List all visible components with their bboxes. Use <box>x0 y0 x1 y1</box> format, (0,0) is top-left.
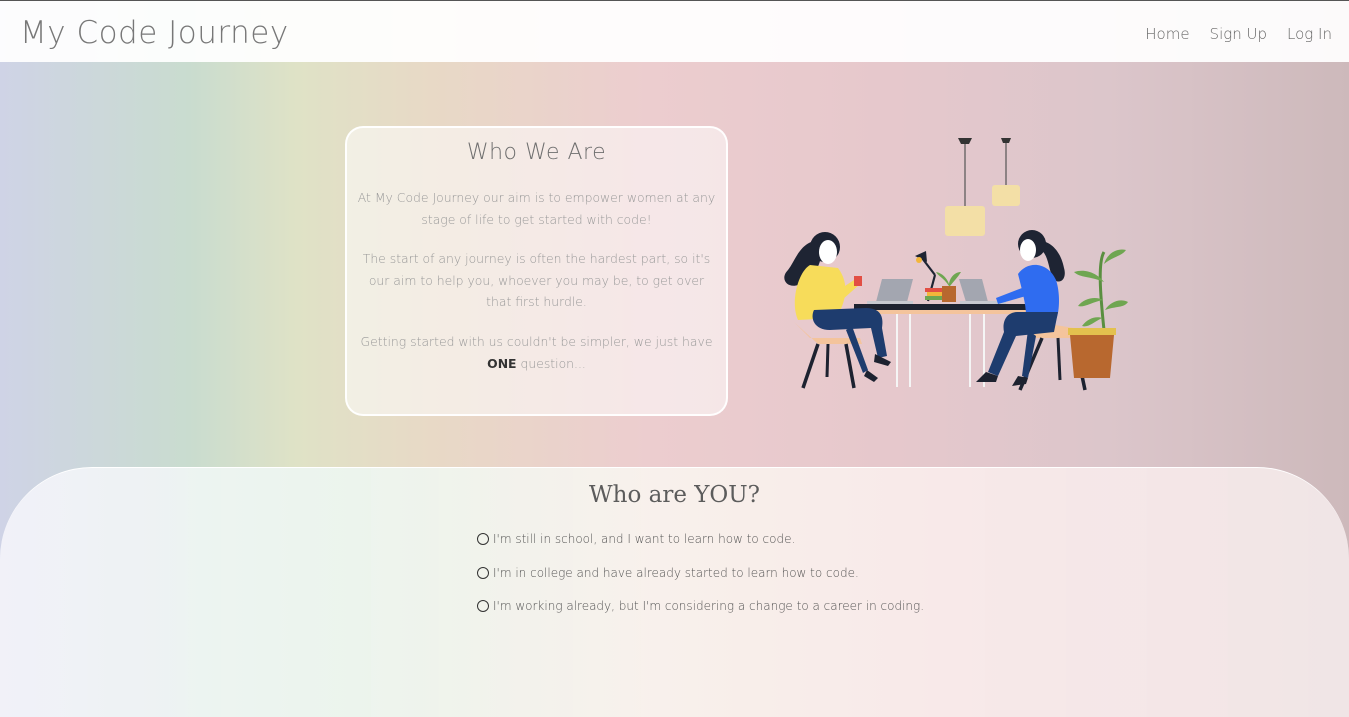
site-logo[interactable]: My Code Journey <box>20 13 289 53</box>
nav-home-link[interactable]: Home <box>1145 23 1189 45</box>
about-paragraph-2: The start of any journey is often the ha… <box>362 251 711 310</box>
nav-signup-link[interactable]: Sign Up <box>1210 23 1267 45</box>
navbar: My Code Journey Home Sign Up Log In <box>0 1 1349 62</box>
option-label: I'm working already, but I'm considering… <box>493 599 925 613</box>
radio-circle-icon[interactable] <box>477 567 489 579</box>
radio-circle-icon[interactable] <box>477 600 489 612</box>
about-paragraph-3: Getting started with us couldn't be simp… <box>355 331 718 374</box>
about-paragraph-3-start: Getting started with us couldn't be simp… <box>360 333 713 349</box>
nav-links: Home Sign Up Log In <box>1145 23 1332 45</box>
about-paragraph-3-end: question... <box>520 355 586 371</box>
option-label: I'm in college and have already started … <box>493 566 859 580</box>
books-icon <box>925 272 961 302</box>
option-career-change[interactable]: I'm working already, but I'm considering… <box>477 599 924 613</box>
about-paragraph-3-emphasis: ONE <box>487 355 517 371</box>
option-school[interactable]: I'm still in school, and I want to learn… <box>477 532 795 546</box>
who-we-are-card: Who We Are At My Code Journey our aim is… <box>345 126 728 416</box>
who-we-are-heading: Who We Are <box>466 140 607 165</box>
option-college[interactable]: I'm in college and have already started … <box>477 566 859 580</box>
hanging-lamp-icon <box>945 138 1020 236</box>
potted-plant-icon <box>1068 249 1128 378</box>
option-label: I'm still in school, and I want to learn… <box>493 532 796 546</box>
radio-circle-icon[interactable] <box>477 533 489 545</box>
who-are-you-heading: Who are YOU? <box>589 482 760 508</box>
about-paragraph-1: At My Code Journey our aim is to empower… <box>357 190 716 227</box>
nav-login-link[interactable]: Log In <box>1287 23 1332 45</box>
women-coding-illustration <box>784 138 1128 391</box>
who-are-you-panel: Who are YOU? I'm still in school, and I … <box>0 467 1349 717</box>
